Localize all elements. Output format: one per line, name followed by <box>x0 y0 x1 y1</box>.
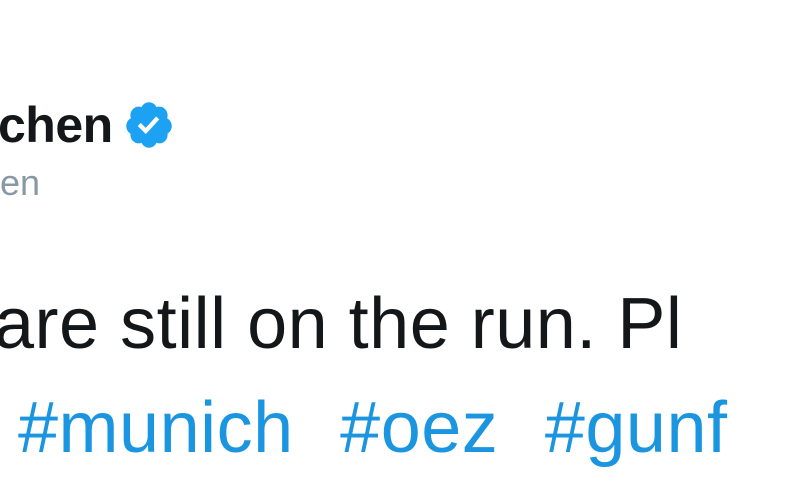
tweet-card: chen en are still on the run. Pl #munich… <box>0 0 800 503</box>
tweet-text: are still on the run. Pl <box>0 284 683 364</box>
hashtag-oez[interactable]: #oez <box>340 388 498 468</box>
author-handle[interactable]: en <box>0 165 40 201</box>
author-header[interactable]: chen <box>0 90 175 160</box>
author-display-name[interactable]: chen <box>0 100 113 150</box>
hashtag-munich[interactable]: #munich <box>18 388 294 468</box>
hashtag-gunf[interactable]: #gunf <box>545 388 728 468</box>
verified-badge-icon <box>123 99 175 151</box>
hashtag-list: #munich #oez #gunf <box>18 392 754 464</box>
